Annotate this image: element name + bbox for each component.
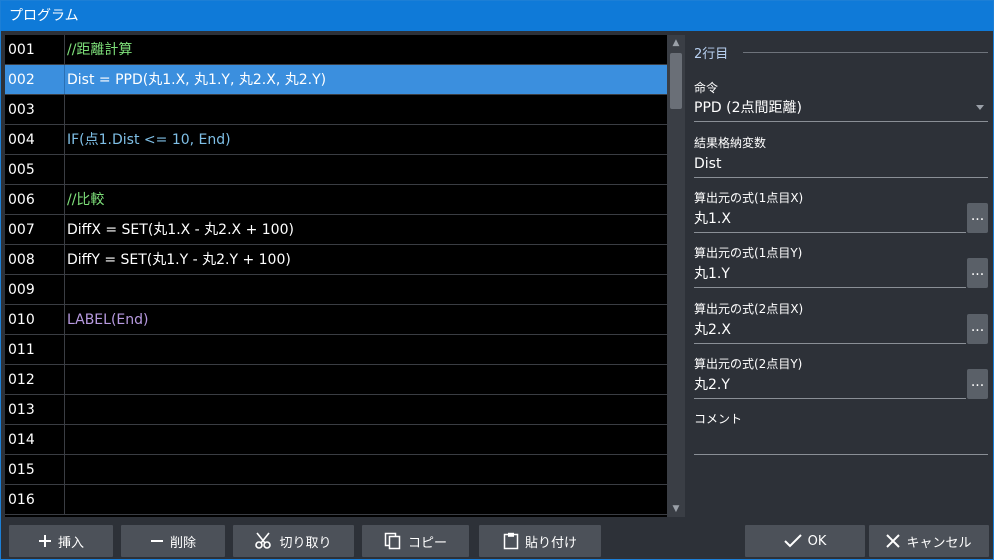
- expr2-browse-button[interactable]: ...: [967, 258, 988, 288]
- close-icon: [886, 534, 901, 548]
- line-number: 006: [5, 185, 65, 214]
- code-text[interactable]: [67, 485, 667, 514]
- window-title: プログラム: [1, 1, 993, 31]
- section-title: 2行目: [694, 47, 729, 62]
- code-text[interactable]: DiffY = SET(丸1.Y - 丸2.Y + 100): [67, 245, 667, 274]
- code-row[interactable]: 013: [5, 395, 667, 425]
- expr1-browse-button[interactable]: ...: [967, 203, 988, 233]
- ok-button-label: OK: [807, 533, 827, 549]
- code-row[interactable]: 014: [5, 425, 667, 455]
- expr1-label: 算出元の式(1点目X): [694, 191, 804, 205]
- expr4-field[interactable]: 丸2.Y: [694, 373, 966, 399]
- comment-field[interactable]: [694, 429, 988, 455]
- line-number: 010: [5, 305, 65, 334]
- code-text[interactable]: [67, 275, 667, 304]
- code-row[interactable]: 002 Dist = PPD(丸1.X, 丸1.Y, 丸2.X, 丸2.Y): [5, 65, 667, 95]
- expr3-field[interactable]: 丸2.X: [694, 318, 966, 344]
- code-row[interactable]: 010 LABEL(End): [5, 305, 667, 335]
- chevron-up-icon[interactable]: ▲: [667, 35, 685, 51]
- cut-button-label: 切り取り: [279, 535, 332, 551]
- delete-button-label: 削除: [169, 535, 196, 551]
- expr2-field[interactable]: 丸1.Y: [694, 262, 966, 288]
- chevron-down-icon: [976, 105, 984, 110]
- code-row[interactable]: 012: [5, 365, 667, 395]
- code-row[interactable]: 003: [5, 95, 667, 125]
- insert-button[interactable]: 挿入: [9, 525, 113, 557]
- expr4-browse-button[interactable]: ...: [967, 369, 988, 399]
- code-text[interactable]: [67, 335, 667, 364]
- line-number: 009: [5, 275, 65, 304]
- code-text[interactable]: [67, 425, 667, 454]
- ok-button[interactable]: OK: [745, 525, 865, 557]
- line-number: 013: [5, 395, 65, 424]
- line-number: 012: [5, 365, 65, 394]
- chevron-down-icon[interactable]: ▼: [667, 501, 685, 517]
- section-divider: [743, 52, 988, 53]
- delete-button[interactable]: 削除: [121, 525, 225, 557]
- line-number: 008: [5, 245, 65, 274]
- code-text[interactable]: DiffX = SET(丸1.X - 丸2.X + 100): [67, 215, 667, 244]
- result-field[interactable]: Dist: [694, 152, 988, 178]
- copy-button-label: コピー: [407, 535, 447, 551]
- cancel-button-label: キャンセル: [906, 535, 972, 551]
- check-icon: [783, 534, 802, 548]
- line-number: 016: [5, 485, 65, 514]
- code-text[interactable]: Dist = PPD(丸1.X, 丸1.Y, 丸2.X, 丸2.Y): [67, 65, 667, 94]
- cancel-button[interactable]: キャンセル: [869, 525, 989, 557]
- cut-button[interactable]: 切り取り: [233, 525, 354, 557]
- minus-icon: [150, 540, 163, 542]
- line-number: 001: [5, 35, 65, 64]
- code-text[interactable]: //距離計算: [67, 35, 667, 64]
- scrollbar-thumb[interactable]: [670, 53, 682, 109]
- clipboard-icon: [503, 532, 519, 550]
- paste-button-label: 貼り付け: [524, 535, 577, 551]
- code-row[interactable]: 011: [5, 335, 667, 365]
- expr3-label: 算出元の式(2点目X): [694, 302, 804, 316]
- insert-button-label: 挿入: [57, 535, 84, 551]
- line-number: 007: [5, 215, 65, 244]
- code-text[interactable]: IF(点1.Dist <= 10, End): [67, 125, 667, 154]
- code-scrollbar[interactable]: ▲ ▼: [667, 35, 685, 517]
- code-text[interactable]: [67, 395, 667, 424]
- copy-icon: [384, 532, 401, 550]
- result-label: 結果格納変数: [694, 136, 767, 150]
- line-number: 011: [5, 335, 65, 364]
- code-grid[interactable]: 001//距離計算 002 Dist = PPD(丸1.X, 丸1.Y, 丸2.X,…: [5, 35, 667, 517]
- scissors-icon: [255, 532, 272, 549]
- expr4-label: 算出元の式(2点目Y): [694, 357, 803, 371]
- code-text[interactable]: [67, 365, 667, 394]
- code-row[interactable]: 009: [5, 275, 667, 305]
- code-row[interactable]: 015: [5, 455, 667, 485]
- comment-label: コメント: [694, 412, 743, 426]
- code-text[interactable]: [67, 95, 667, 124]
- command-select[interactable]: PPD (2点間距離): [694, 96, 988, 122]
- code-text[interactable]: [67, 455, 667, 484]
- code-row[interactable]: 001//距離計算: [5, 35, 667, 65]
- line-number: 003: [5, 95, 65, 124]
- plus-icon: [38, 535, 51, 547]
- command-select-value: PPD (2点間距離): [694, 100, 802, 116]
- line-number: 015: [5, 455, 65, 484]
- expr3-browse-button[interactable]: ...: [967, 314, 988, 344]
- line-number: 014: [5, 425, 65, 454]
- line-number: 002: [5, 65, 65, 94]
- code-row[interactable]: 005: [5, 155, 667, 185]
- code-text[interactable]: [67, 155, 667, 184]
- code-text[interactable]: //比較: [67, 185, 667, 214]
- program-dialog: プログラム 001//距離計算 002 Dist = PPD(丸1.X, 丸1.Y,…: [0, 0, 994, 560]
- code-row[interactable]: 007 DiffX = SET(丸1.X - 丸2.X + 100): [5, 215, 667, 245]
- copy-button[interactable]: コピー: [362, 525, 469, 557]
- code-row[interactable]: 004 IF(点1.Dist <= 10, End): [5, 125, 667, 155]
- expr2-label: 算出元の式(1点目Y): [694, 246, 803, 260]
- code-row[interactable]: 006//比較: [5, 185, 667, 215]
- command-label: 命令: [694, 81, 719, 95]
- expr1-field[interactable]: 丸1.X: [694, 207, 966, 233]
- code-row[interactable]: 008 DiffY = SET(丸1.Y - 丸2.Y + 100): [5, 245, 667, 275]
- line-number: 004: [5, 125, 65, 154]
- code-row[interactable]: 016: [5, 485, 667, 515]
- line-number: 005: [5, 155, 65, 184]
- code-text[interactable]: LABEL(End): [67, 305, 667, 334]
- paste-button[interactable]: 貼り付け: [479, 525, 601, 557]
